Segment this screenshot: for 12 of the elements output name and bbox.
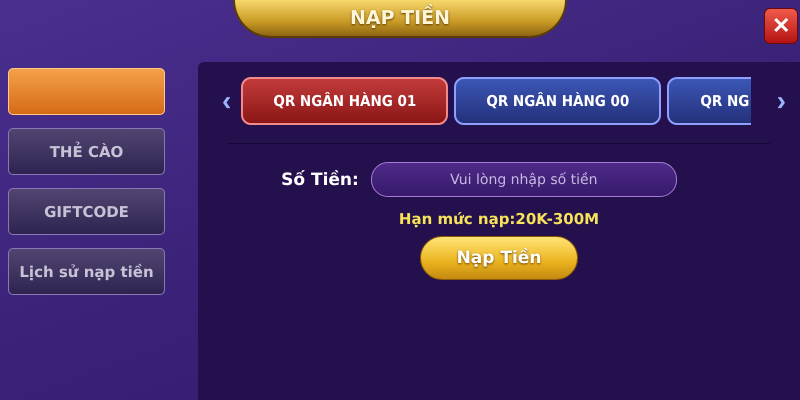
amount-label: Số Tiền: [281,170,359,190]
sidebar-item[interactable] [8,68,165,115]
sidebar-item[interactable]: Lịch sử nạp tiền [8,248,165,295]
bank-tab[interactable]: QR NGÂN HÀNG 01 [241,77,448,125]
bank-tab[interactable]: QR NGÂN HÀNG 00 [454,77,662,125]
sidebar-item[interactable]: GIFTCODE [8,188,165,235]
limit-text: Hạn mức nạp:20K-300M [398,210,600,228]
close-button[interactable]: ✕ [764,8,798,44]
title-banner: NẠP TIỀN [233,0,567,38]
amount-field[interactable]: Vui lòng nhập số tiền [370,162,677,197]
bank-tab[interactable]: QR NG [667,77,752,125]
sidebar-item[interactable]: THẺ CÀO [8,128,165,175]
